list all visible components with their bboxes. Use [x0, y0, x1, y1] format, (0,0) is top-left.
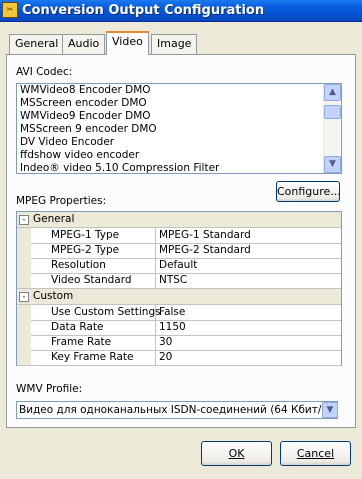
- property-row[interactable]: Key Frame Rate 20: [17, 350, 341, 366]
- list-item[interactable]: MSScreen 9 encoder DMO: [20, 123, 157, 136]
- grid-gutter: [17, 350, 31, 365]
- property-row[interactable]: MPEG-1 Type MPEG-1 Standard: [17, 228, 341, 244]
- scroll-thumb[interactable]: [324, 105, 341, 119]
- category-custom[interactable]: - Custom: [17, 289, 341, 305]
- grid-gutter: [17, 273, 31, 288]
- property-value[interactable]: 20: [155, 350, 341, 365]
- property-name: Use Custom Settings: [51, 306, 161, 318]
- property-row[interactable]: Video Standard NTSC: [17, 273, 341, 289]
- tab-image[interactable]: Image: [151, 34, 198, 54]
- window-title: Conversion Output Configuration: [22, 3, 265, 18]
- list-item[interactable]: WMVideo9 Encoder DMO: [20, 110, 151, 123]
- avi-codec-label: AVI Codec:: [16, 66, 73, 78]
- property-row[interactable]: Frame Rate 30: [17, 335, 341, 351]
- property-value[interactable]: 30: [155, 335, 341, 350]
- avi-codec-list[interactable]: WMVideo8 Encoder DMO MSScreen encoder DM…: [16, 83, 342, 174]
- app-logo-icon[interactable]: ✂: [2, 2, 18, 18]
- property-row[interactable]: MPEG-2 Type MPEG-2 Standard: [17, 243, 341, 259]
- tab-general[interactable]: General: [9, 34, 65, 54]
- dropdown-arrow-icon[interactable]: ▼: [322, 402, 338, 418]
- list-item[interactable]: Indeo® video 5.10 Compression Filter: [20, 162, 219, 173]
- list-item[interactable]: ffdshow video encoder: [20, 149, 139, 162]
- property-value[interactable]: False: [155, 305, 341, 320]
- collapse-icon[interactable]: -: [19, 292, 29, 302]
- grid-gutter: [17, 320, 31, 335]
- ok-button[interactable]: OK: [201, 441, 272, 466]
- wmv-profile-select[interactable]: Видео для одноканальных ISDN-соединений …: [16, 401, 338, 419]
- mpeg-properties-label: MPEG Properties:: [16, 195, 107, 207]
- property-name: Resolution: [51, 259, 106, 271]
- list-item[interactable]: DV Video Encoder: [20, 136, 114, 149]
- category-general[interactable]: - General: [17, 212, 341, 228]
- avi-list-scrollbar[interactable]: ▲ ▼: [323, 84, 341, 173]
- property-row[interactable]: Use Custom Settings False: [17, 305, 341, 321]
- property-name: Video Standard: [51, 274, 132, 286]
- grid-gutter: [17, 305, 31, 320]
- property-value[interactable]: Default: [155, 258, 341, 273]
- category-label: Custom: [33, 290, 74, 302]
- cancel-button[interactable]: Cancel: [280, 441, 351, 466]
- grid-gutter: [17, 335, 31, 350]
- property-name: Data Rate: [51, 321, 104, 333]
- list-item[interactable]: WMVideo8 Encoder DMO: [20, 84, 151, 97]
- list-item[interactable]: MSScreen encoder DMO: [20, 97, 147, 110]
- collapse-icon[interactable]: -: [19, 215, 29, 225]
- grid-gutter: [17, 228, 31, 243]
- scroll-up-icon[interactable]: ▲: [324, 84, 341, 101]
- tab-video[interactable]: Video: [106, 31, 149, 55]
- property-value[interactable]: 1150: [155, 320, 341, 335]
- configure-button[interactable]: Configure...: [276, 181, 341, 202]
- property-name: MPEG-2 Type: [51, 244, 120, 256]
- property-value[interactable]: MPEG-2 Standard: [155, 243, 341, 258]
- tab-audio[interactable]: Audio: [62, 34, 106, 54]
- wmv-selected-value: Видео для одноканальных ISDN-соединений …: [19, 404, 332, 416]
- property-value[interactable]: MPEG-1 Standard: [155, 228, 341, 243]
- scroll-down-icon[interactable]: ▼: [324, 156, 341, 173]
- wmv-profile-label: WMV Profile:: [16, 383, 83, 395]
- property-name: MPEG-1 Type: [51, 229, 120, 241]
- property-row[interactable]: Resolution Default: [17, 258, 341, 274]
- grid-gutter: [17, 243, 31, 258]
- grid-gutter: [17, 258, 31, 273]
- property-value[interactable]: NTSC: [155, 273, 341, 288]
- property-name: Frame Rate: [51, 336, 112, 348]
- property-name: Key Frame Rate: [51, 351, 134, 363]
- category-label: General: [33, 213, 75, 225]
- mpeg-property-grid[interactable]: - General MPEG-1 Type MPEG-1 Standard MP…: [16, 211, 342, 366]
- property-row[interactable]: Data Rate 1150: [17, 320, 341, 336]
